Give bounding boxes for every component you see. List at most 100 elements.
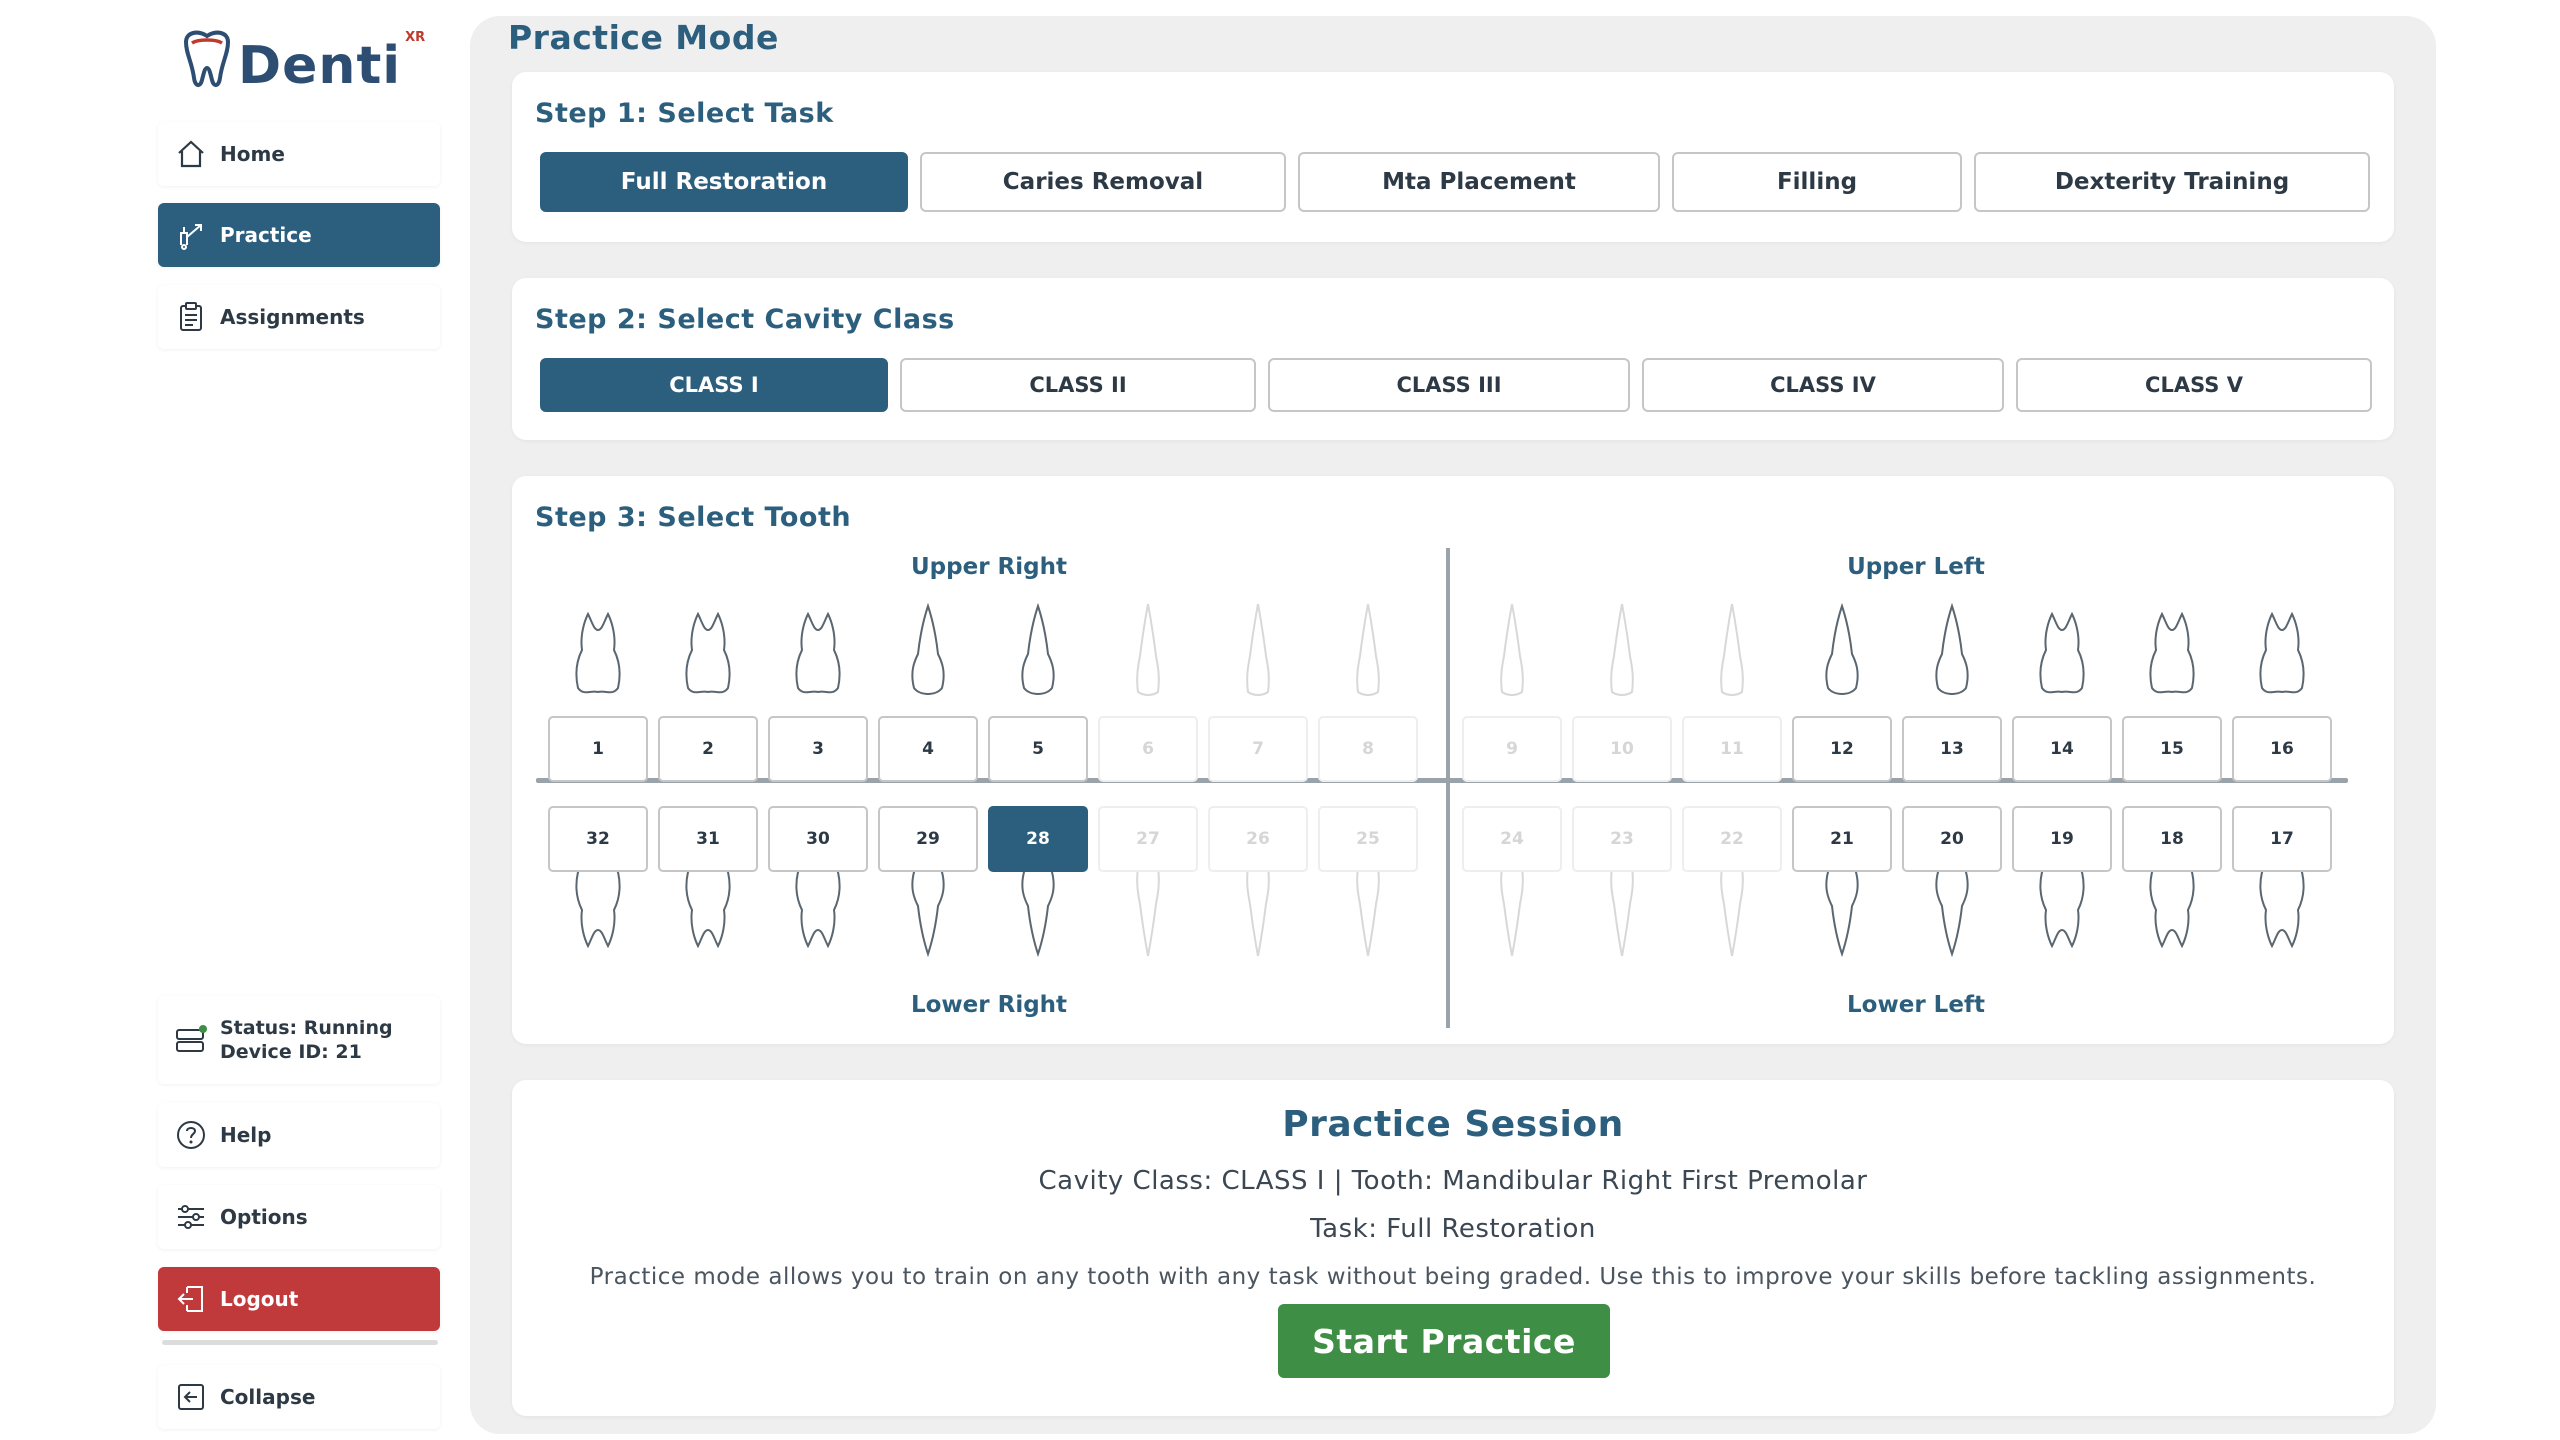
status-text: Status: Running Device ID: 21 [220, 1016, 393, 1064]
dental-tool-icon [174, 218, 208, 252]
tooth-5-icon[interactable] [988, 600, 1088, 700]
tooth-29-button[interactable]: 29 [878, 806, 978, 872]
task-full-restoration[interactable]: Full Restoration [540, 152, 908, 212]
tooth-27-icon [1098, 860, 1198, 960]
start-practice-button[interactable]: Start Practice [1278, 1304, 1610, 1378]
task-caries-removal[interactable]: Caries Removal [920, 152, 1286, 212]
tooth-30-button[interactable]: 30 [768, 806, 868, 872]
sidebar-item-practice[interactable]: Practice [158, 203, 440, 267]
tooth-32-button[interactable]: 32 [548, 806, 648, 872]
sidebar-item-label: Options [220, 1205, 308, 1229]
tooth-25-button: 25 [1318, 806, 1418, 872]
tooth-10-icon [1572, 600, 1672, 700]
main-panel: Practice Mode Step 1: Select Task Full R… [470, 16, 2436, 1434]
class-iii-button[interactable]: CLASS III [1268, 358, 1630, 412]
tooth-16-button[interactable]: 16 [2232, 716, 2332, 782]
tooth-17-icon[interactable] [2232, 860, 2332, 960]
tooth-1-button[interactable]: 1 [548, 716, 648, 782]
class-ii-button[interactable]: CLASS II [900, 358, 1256, 412]
tooth-11-icon [1682, 600, 1782, 700]
class-iv-button[interactable]: CLASS IV [1642, 358, 2004, 412]
task-mta-placement[interactable]: Mta Placement [1298, 152, 1660, 212]
tooth-3-button[interactable]: 3 [768, 716, 868, 782]
tooth-17-button[interactable]: 17 [2232, 806, 2332, 872]
tooth-13-icon[interactable] [1902, 600, 2002, 700]
tooth-2-button[interactable]: 2 [658, 716, 758, 782]
tooth-19-icon[interactable] [2012, 860, 2112, 960]
session-card: Practice Session Cavity Class: CLASS I |… [512, 1080, 2394, 1416]
tooth-9-button: 9 [1462, 716, 1562, 782]
home-icon [174, 137, 208, 171]
tooth-21-icon[interactable] [1792, 860, 1892, 960]
tooth-30-icon[interactable] [768, 860, 868, 960]
session-description: Practice mode allows you to train on any… [589, 1264, 2317, 1290]
tooth-4-button[interactable]: 4 [878, 716, 978, 782]
app-root: Denti XR Home Practice Assignments Statu… [0, 0, 2560, 1440]
task-filling[interactable]: Filling [1672, 152, 1962, 212]
step1-title: Step 1: Select Task [535, 98, 834, 129]
tooth-14-icon[interactable] [2012, 600, 2112, 700]
step1-card: Step 1: Select Task Full Restoration Car… [512, 72, 2394, 242]
tooth-19-button[interactable]: 19 [2012, 806, 2112, 872]
tooth-32-icon[interactable] [548, 860, 648, 960]
logout-label: Logout [220, 1287, 299, 1311]
sidebar-item-label: Help [220, 1123, 272, 1147]
tooth-6-button: 6 [1098, 716, 1198, 782]
sliders-icon [174, 1200, 208, 1234]
sidebar-item-help[interactable]: Help [158, 1103, 440, 1167]
tooth-28-icon[interactable] [988, 860, 1088, 960]
tooth-5-button[interactable]: 5 [988, 716, 1088, 782]
tooth-29-icon[interactable] [878, 860, 978, 960]
sidebar-item-label: Practice [220, 223, 312, 247]
logout-button[interactable]: Logout [158, 1267, 440, 1331]
tooth-15-icon[interactable] [2122, 600, 2222, 700]
sidebar-item-options[interactable]: Options [158, 1185, 440, 1249]
tooth-31-icon[interactable] [658, 860, 758, 960]
tooth-14-button[interactable]: 14 [2012, 716, 2112, 782]
clipboard-icon [174, 300, 208, 334]
class-i-button[interactable]: CLASS I [540, 358, 888, 412]
tooth-3-icon[interactable] [768, 600, 868, 700]
device-id: Device ID: 21 [220, 1041, 362, 1063]
status-running: Status: Running [220, 1017, 393, 1039]
sidebar: Denti XR Home Practice Assignments Statu… [0, 0, 460, 1440]
tooth-24-button: 24 [1462, 806, 1562, 872]
tooth-31-button[interactable]: 31 [658, 806, 758, 872]
task-dexterity-training[interactable]: Dexterity Training [1974, 152, 2370, 212]
step2-card: Step 2: Select Cavity Class CLASS I CLAS… [512, 278, 2394, 440]
device-status-icon [174, 1023, 208, 1057]
upper-left-label: Upper Left [1847, 554, 1985, 580]
tooth-16-icon[interactable] [2232, 600, 2332, 700]
tooth-12-icon[interactable] [1792, 600, 1892, 700]
tooth-4-icon[interactable] [878, 600, 978, 700]
tooth-logo-icon [183, 30, 231, 87]
collapse-button[interactable]: Collapse [158, 1365, 440, 1429]
midline-divider [1446, 548, 1450, 1028]
logo-superscript: XR [405, 30, 426, 45]
tooth-26-icon [1208, 860, 1308, 960]
tooth-23-icon [1572, 860, 1672, 960]
tooth-12-button[interactable]: 12 [1792, 716, 1892, 782]
tooth-18-icon[interactable] [2122, 860, 2222, 960]
tooth-2-icon[interactable] [658, 600, 758, 700]
page-title: Practice Mode [508, 18, 779, 57]
tooth-21-button[interactable]: 21 [1792, 806, 1892, 872]
tooth-27-button: 27 [1098, 806, 1198, 872]
session-task: Task: Full Restoration [1310, 1214, 1596, 1244]
tooth-18-button[interactable]: 18 [2122, 806, 2222, 872]
tooth-1-icon[interactable] [548, 600, 648, 700]
tooth-10-button: 10 [1572, 716, 1672, 782]
lower-left-label: Lower Left [1847, 992, 1985, 1018]
tooth-15-button[interactable]: 15 [2122, 716, 2222, 782]
sidebar-item-assignments[interactable]: Assignments [158, 285, 440, 349]
sidebar-item-home[interactable]: Home [158, 122, 440, 186]
tooth-25-icon [1318, 860, 1418, 960]
tooth-28-button[interactable]: 28 [988, 806, 1088, 872]
step2-title: Step 2: Select Cavity Class [535, 304, 955, 335]
tooth-20-button[interactable]: 20 [1902, 806, 2002, 872]
class-v-button[interactable]: CLASS V [2016, 358, 2372, 412]
tooth-20-icon[interactable] [1902, 860, 2002, 960]
sidebar-item-label: Assignments [220, 305, 365, 329]
tooth-13-button[interactable]: 13 [1902, 716, 2002, 782]
lower-right-label: Lower Right [910, 992, 1068, 1018]
